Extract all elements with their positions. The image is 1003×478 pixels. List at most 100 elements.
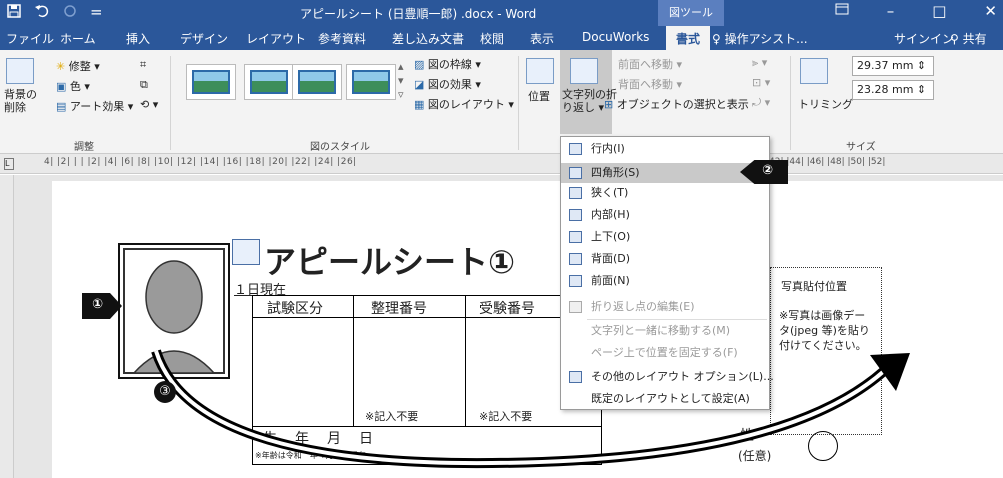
tab-design[interactable]: デザイン bbox=[180, 30, 228, 47]
menu-item-label: 四角形(S) bbox=[591, 166, 640, 179]
change-picture-icon[interactable]: ⧉ bbox=[140, 78, 148, 92]
top-bottom-wrap-icon bbox=[569, 231, 582, 243]
tab-view[interactable]: 表示 bbox=[530, 30, 554, 47]
compress-pictures-icon[interactable]: ⌗ bbox=[140, 58, 146, 72]
styles-scroll[interactable]: ▴ ▾ ▿ bbox=[398, 60, 404, 102]
picture-effects-label: 図の効果 ▾ bbox=[427, 78, 481, 91]
picture-layout-label: 図のレイアウト ▾ bbox=[427, 98, 514, 111]
redo-icon[interactable] bbox=[62, 3, 78, 23]
edit-wrap-points-icon bbox=[569, 301, 582, 313]
wrap-text-menu: 行内(I) 四角形(S) 狭く(T) 内部(H) 上下(O) 背面(D) 前面(… bbox=[560, 136, 774, 410]
horizontal-ruler[interactable]: L 4| |2| | | |2| |4| |6| |8| |10| |12| |… bbox=[0, 154, 1003, 174]
curved-arrow-icon bbox=[151, 349, 910, 469]
document-heading: アピールシート① bbox=[264, 243, 516, 281]
menu-separator bbox=[587, 319, 767, 320]
window-controls: – □ ✕ bbox=[835, 2, 997, 20]
save-icon[interactable] bbox=[6, 3, 22, 23]
artistic-effects-button[interactable]: ▤ アート効果 ▾ bbox=[56, 98, 133, 114]
share-button[interactable]: ⚲ 共有 bbox=[950, 30, 987, 47]
close-button[interactable]: ✕ bbox=[984, 2, 997, 20]
signin-link[interactable]: サインイン bbox=[894, 30, 954, 47]
tab-insert[interactable]: 挿入 bbox=[126, 30, 150, 47]
menu-item-top-bottom[interactable]: 上下(O) bbox=[561, 227, 769, 247]
selection-pane-button[interactable]: ⊞ オブジェクトの選択と表示 bbox=[604, 96, 749, 112]
group-separator bbox=[790, 56, 791, 150]
picture-effects-button[interactable]: ◪ 図の効果 ▾ bbox=[414, 76, 481, 92]
width-value: 23.28 mm bbox=[857, 83, 914, 96]
menu-item-tight[interactable]: 狭く(T) bbox=[561, 183, 769, 203]
tab-selector[interactable]: L bbox=[4, 158, 14, 170]
remove-background-button[interactable]: 背景の 削除 bbox=[4, 88, 37, 114]
share-label: 共有 bbox=[962, 32, 987, 46]
width-stepper[interactable]: 23.28 mm ⇕ bbox=[852, 80, 934, 100]
menu-item-label: 既定のレイアウトとして設定(A) bbox=[591, 392, 750, 405]
group-icon[interactable]: ⊡ ▾ bbox=[752, 76, 770, 89]
group-separator bbox=[170, 56, 171, 150]
menu-item-through[interactable]: 内部(H) bbox=[561, 205, 769, 225]
ribbon: 背景の 削除 ✳ 修整 ▾ ▣ 色 ▾ ▤ アート効果 ▾ ⌗ ⧉ ⟲ ▾ 調整… bbox=[0, 50, 1003, 154]
crop-icon[interactable] bbox=[800, 58, 828, 84]
picture-tools-context: 図ツール bbox=[658, 0, 724, 26]
menu-item-edit-wrap-points[interactable]: 折り返し点の編集(E) bbox=[561, 297, 769, 317]
vertical-ruler[interactable] bbox=[0, 175, 14, 478]
reset-picture-icon[interactable]: ⟲ ▾ bbox=[140, 98, 158, 111]
menu-item-more-layout-options[interactable]: その他のレイアウト オプション(L)... bbox=[561, 367, 774, 387]
through-wrap-icon bbox=[569, 209, 582, 221]
menu-item-label: 折り返し点の編集(E) bbox=[591, 300, 695, 313]
crop-button[interactable]: トリミング bbox=[798, 96, 853, 112]
menu-item-move-with-text[interactable]: 文字列と一緒に移動する(M) bbox=[561, 321, 769, 341]
tab-format[interactable]: 書式 bbox=[666, 26, 711, 50]
send-backward-button[interactable]: 背面へ移動 ▾ bbox=[618, 76, 682, 92]
tell-me-search[interactable]: ♀ 操作アシスト... bbox=[712, 30, 808, 47]
menu-item-label: 前面(N) bbox=[591, 274, 630, 287]
position-button[interactable]: 位置 bbox=[528, 88, 550, 104]
person-icon: ⚲ bbox=[950, 32, 959, 46]
photo-box-title: 写真貼付位置 bbox=[781, 280, 847, 293]
minimize-button[interactable]: – bbox=[887, 2, 895, 20]
tab-review[interactable]: 校閲 bbox=[480, 30, 504, 47]
menu-item-set-default[interactable]: 既定のレイアウトとして設定(A) bbox=[561, 389, 769, 409]
undo-icon[interactable] bbox=[34, 3, 50, 23]
menu-item-square[interactable]: 四角形(S) bbox=[561, 163, 769, 183]
picture-style-4[interactable] bbox=[346, 64, 396, 100]
menu-item-behind[interactable]: 背面(D) bbox=[561, 249, 769, 269]
layout-icon: ▦ bbox=[414, 98, 425, 111]
color-button[interactable]: ▣ 色 ▾ bbox=[56, 78, 90, 94]
picture-style-2[interactable] bbox=[244, 64, 294, 100]
qat-customize[interactable]: = bbox=[90, 3, 103, 23]
picture-style-3[interactable] bbox=[292, 64, 342, 100]
document-page[interactable]: アピールシート① １日現在 試験区分 整理番号 受験番号 ※記入不要 ※記入不要… bbox=[52, 181, 1003, 478]
menu-item-label: 行内(I) bbox=[591, 142, 625, 155]
ribbon-display-icon[interactable] bbox=[835, 2, 849, 20]
menu-item-fix-position[interactable]: ページ上で位置を固定する(F) bbox=[561, 343, 769, 363]
styles-group-label: 図のスタイル bbox=[310, 142, 370, 153]
tab-home[interactable]: ホーム bbox=[60, 30, 96, 47]
menu-item-in-front[interactable]: 前面(N) bbox=[561, 271, 769, 291]
wrap-text-icon bbox=[570, 58, 598, 84]
rotate-icon[interactable]: ⤾ ▾ bbox=[752, 96, 770, 110]
artistic-label: アート効果 ▾ bbox=[69, 100, 134, 113]
menu-item-inline[interactable]: 行内(I) bbox=[561, 139, 769, 159]
picture-style-1[interactable] bbox=[186, 64, 236, 100]
maximize-button[interactable]: □ bbox=[932, 2, 946, 20]
tab-references[interactable]: 参考資料 bbox=[318, 30, 366, 47]
layout-options-icon[interactable] bbox=[232, 239, 260, 265]
align-icon[interactable]: ⫸ ▾ bbox=[752, 56, 767, 70]
corrections-button[interactable]: ✳ 修整 ▾ bbox=[56, 58, 100, 74]
artistic-icon: ▤ bbox=[56, 100, 67, 113]
height-stepper[interactable]: 29.37 mm ⇕ bbox=[852, 56, 934, 76]
wrap-text-button[interactable]: 文字列の折 り返し ▾ bbox=[560, 50, 617, 134]
tab-file[interactable]: ファイル bbox=[6, 30, 54, 47]
position-icon[interactable] bbox=[526, 58, 554, 84]
menu-item-label: 文字列と一緒に移動する(M) bbox=[591, 324, 731, 337]
header-exam-category: 試験区分 bbox=[267, 301, 323, 317]
tab-layout[interactable]: レイアウト bbox=[246, 30, 306, 47]
picture-layout-button[interactable]: ▦ 図のレイアウト ▾ bbox=[414, 96, 514, 112]
picture-border-button[interactable]: ▨ 図の枠線 ▾ bbox=[414, 56, 481, 72]
header-reference-number: 整理番号 bbox=[371, 301, 427, 317]
tab-mailings[interactable]: 差し込み文書 bbox=[392, 30, 464, 47]
remove-background-icon[interactable] bbox=[6, 58, 34, 84]
bring-forward-button[interactable]: 前面へ移動 ▾ bbox=[618, 56, 682, 72]
tight-wrap-icon bbox=[569, 187, 582, 199]
tab-docuworks[interactable]: DocuWorks bbox=[582, 30, 649, 44]
